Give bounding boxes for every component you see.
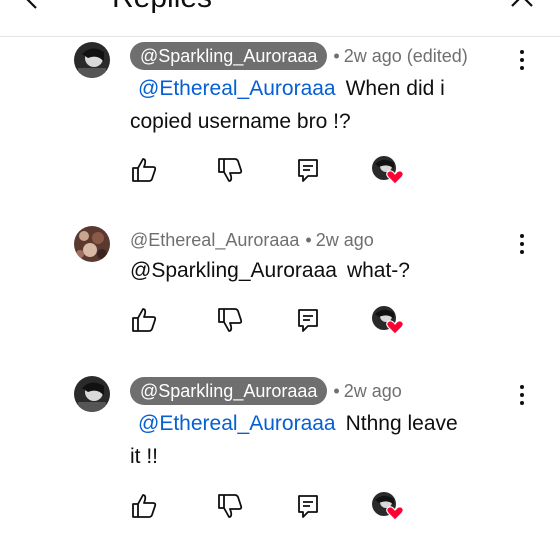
avatar[interactable] — [74, 42, 110, 78]
author-handle[interactable]: @Sparkling_Auroraaa — [130, 377, 328, 405]
replies-header: Replies — [0, 0, 560, 37]
mention-link[interactable]: @Sparkling_Auroraaa — [130, 259, 337, 282]
comment-text: @Ethereal_Auroraaa When did i copied user… — [130, 72, 500, 138]
reply-icon[interactable] — [294, 156, 322, 184]
mention-link[interactable]: @Ethereal_Auroraaa — [138, 77, 336, 100]
comment-text-line: Nthng leave — [345, 412, 458, 435]
reply-icon[interactable] — [294, 306, 322, 334]
avatar[interactable] — [74, 226, 110, 262]
comment-text: @Sparkling_Auroraaa what-? — [130, 254, 500, 287]
comment-actions — [130, 492, 410, 522]
creator-heart-icon — [372, 492, 404, 521]
more-vertical-icon[interactable] — [512, 232, 532, 256]
meta-separator: • — [333, 45, 340, 66]
comment-time: 2w ago — [343, 380, 402, 401]
back-arrow-icon[interactable] — [18, 0, 46, 12]
creator-heart-icon — [372, 156, 404, 185]
thumbs-up-icon[interactable] — [130, 156, 158, 184]
page-title: Replies — [112, 0, 212, 18]
meta-separator: • — [305, 229, 312, 250]
comment-meta: @Sparkling_Auroraaa • 2w ago — [130, 377, 402, 405]
mention-link[interactable]: @Ethereal_Auroraaa — [138, 412, 336, 435]
meta-separator: • — [333, 380, 340, 401]
more-vertical-icon[interactable] — [512, 383, 532, 407]
thumbs-down-icon[interactable] — [216, 306, 244, 334]
more-vertical-icon[interactable] — [512, 48, 532, 72]
comment-actions — [130, 156, 410, 186]
comment-meta: @Sparkling_Auroraaa • 2w ago (edited) — [130, 42, 468, 70]
comment-text-line: what-? — [346, 259, 410, 282]
comment-time: 2w ago — [315, 229, 374, 250]
avatar[interactable] — [74, 376, 110, 412]
close-icon[interactable] — [508, 0, 536, 10]
comment-time: 2w ago (edited) — [343, 45, 468, 66]
creator-heart-icon — [372, 306, 404, 335]
author-handle[interactable]: @Ethereal_Auroraaa — [130, 230, 299, 251]
comment-text-line: When did i — [345, 77, 445, 100]
thumbs-down-icon[interactable] — [216, 156, 244, 184]
reply-icon[interactable] — [294, 492, 322, 520]
comment-text-line: copied username bro !? — [130, 110, 351, 133]
comment-meta: @Ethereal_Auroraaa • 2w ago — [130, 226, 374, 254]
thumbs-down-icon[interactable] — [216, 492, 244, 520]
comment-actions — [130, 306, 410, 336]
thumbs-up-icon[interactable] — [130, 492, 158, 520]
author-handle[interactable]: @Sparkling_Auroraaa — [130, 42, 328, 70]
thumbs-up-icon[interactable] — [130, 306, 158, 334]
comment-text: @Ethereal_Auroraaa Nthng leave it !! — [130, 407, 500, 473]
comment-text-line: it !! — [130, 445, 159, 468]
